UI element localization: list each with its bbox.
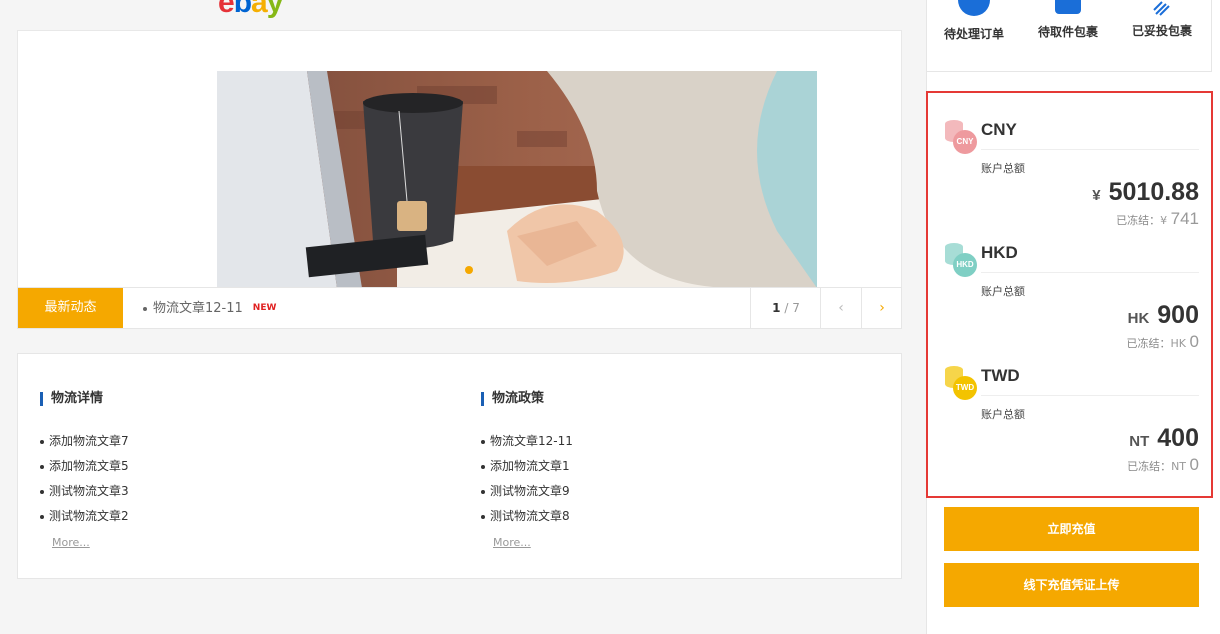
wallet-panel: CNY CNY 账户总额 ¥5010.88 已冻结：¥ 741 HKD HKD … [926, 91, 1213, 498]
currency-symbol: ¥ [1092, 187, 1101, 204]
banner-photo[interactable] [217, 71, 817, 288]
list-item[interactable]: 测试物流文章2 [40, 506, 420, 531]
frozen-amount: 已冻结：NT 0 [1127, 455, 1199, 475]
list-item[interactable]: 物流文章12-11 [481, 431, 861, 456]
chevron-left-icon: ‹ [838, 300, 844, 316]
quick-link-label: 待取件包裹 [1037, 25, 1098, 39]
article-list: 物流文章12-11 添加物流文章1 测试物流文章9 测试物流文章8 [481, 431, 861, 531]
recharge-button[interactable]: 立即充值 [944, 507, 1199, 551]
frozen-symbol: NT [1171, 460, 1187, 473]
frozen-symbol: ¥ [1160, 214, 1168, 227]
quick-link-pickup-packages[interactable]: 待取件包裹 [1023, 0, 1113, 40]
ebay-logo[interactable]: ebay [218, 0, 284, 20]
carousel-dot[interactable] [465, 266, 473, 274]
delivered-icon [1152, 0, 1172, 16]
new-badge: NEW [252, 303, 277, 313]
currency-symbol: HK [1127, 310, 1150, 327]
frozen-value: 0 [1189, 332, 1199, 351]
news-pager: 1 / 7 [750, 288, 821, 328]
quick-link-label: 已妥投包裹 [1131, 24, 1192, 38]
article-list: 添加物流文章7 添加物流文章5 测试物流文章3 测试物流文章2 [40, 431, 420, 531]
news-label: 最新动态 [18, 288, 123, 328]
balance-label: 账户总额 [981, 408, 1025, 421]
balance-amount: HK 900 [1128, 301, 1199, 330]
frozen-label: 已冻结： [1116, 214, 1161, 227]
column-title: 物流政策 [481, 392, 861, 406]
pager-total: / 7 [784, 301, 800, 315]
pager-current: 1 [772, 301, 781, 315]
order-icon [958, 0, 990, 16]
logo-letter-b: b [233, 0, 252, 19]
quick-links-box: 待处理订单 待取件包裹 已妥投包裹 [926, 0, 1212, 72]
article-card: 物流详情 添加物流文章7 添加物流文章5 测试物流文章3 测试物流文章2 Mor… [17, 353, 902, 579]
news-bar: 最新动态 物流文章12-11 NEW 1 / 7 ‹ › [17, 287, 902, 329]
frozen-symbol: HK [1170, 337, 1187, 350]
balance-label: 账户总额 [981, 162, 1025, 175]
currency-badge: CNY [953, 130, 977, 154]
divider [981, 272, 1199, 273]
balance-amount: NT 400 [1129, 424, 1199, 453]
frozen-label: 已冻结： [1127, 460, 1172, 473]
coin-icon: HKD [945, 243, 977, 277]
column-title: 物流详情 [40, 392, 420, 406]
balance-value: 400 [1157, 424, 1199, 452]
article-column-details: 物流详情 添加物流文章7 添加物流文章5 测试物流文章3 测试物流文章2 Mor… [40, 392, 420, 550]
divider [981, 149, 1199, 150]
currency-code: HKD [981, 243, 1018, 262]
article-column-policy: 物流政策 物流文章12-11 添加物流文章1 测试物流文章9 测试物流文章8 M… [481, 392, 861, 550]
divider [981, 395, 1199, 396]
frozen-value: 741 [1170, 209, 1199, 228]
balance-amount: ¥5010.88 [1092, 178, 1199, 207]
quick-link-label: 待处理订单 [943, 27, 1004, 41]
currency-badge: HKD [953, 253, 977, 277]
laptop-and-tea-photo [217, 71, 817, 288]
balance-label: 账户总额 [981, 285, 1025, 298]
list-item[interactable]: 测试物流文章3 [40, 481, 420, 506]
frozen-label: 已冻结： [1126, 337, 1171, 350]
frozen-amount: 已冻结：¥ 741 [1116, 209, 1199, 229]
currency-badge: TWD [953, 376, 977, 400]
balance-value: 5010.88 [1108, 178, 1199, 206]
chevron-right-icon: › [879, 300, 885, 316]
package-icon [1055, 0, 1081, 14]
frozen-value: 0 [1189, 455, 1199, 474]
logo-letter-a: a [251, 0, 268, 19]
upload-voucher-button[interactable]: 线下充值凭证上传 [944, 563, 1199, 607]
coin-icon: CNY [945, 120, 977, 154]
more-link[interactable]: More... [493, 536, 531, 549]
quick-link-pending-orders[interactable]: 待处理订单 [929, 0, 1019, 42]
logo-letter-y: y [266, 0, 284, 19]
coin-icon: TWD [945, 366, 977, 400]
prev-button[interactable]: ‹ [820, 288, 861, 328]
balance-value: 900 [1157, 301, 1199, 329]
frozen-amount: 已冻结：HK 0 [1127, 332, 1199, 352]
quick-link-delivered-packages[interactable]: 已妥投包裹 [1117, 0, 1207, 39]
currency-symbol: NT [1129, 433, 1150, 450]
news-item-link[interactable]: 物流文章12-11 NEW [143, 288, 276, 328]
list-item[interactable]: 添加物流文章5 [40, 456, 420, 481]
more-link[interactable]: More... [52, 536, 90, 549]
list-item[interactable]: 添加物流文章7 [40, 431, 420, 456]
currency-code: CNY [981, 120, 1017, 139]
bullet-icon [143, 306, 147, 311]
currency-code: TWD [981, 366, 1020, 385]
list-item[interactable]: 测试物流文章8 [481, 506, 861, 531]
logo-letter-e: e [218, 0, 235, 19]
next-button[interactable]: › [861, 288, 902, 328]
list-item[interactable]: 添加物流文章1 [481, 456, 861, 481]
list-item[interactable]: 测试物流文章9 [481, 481, 861, 506]
news-item-title[interactable]: 物流文章12-11 [153, 301, 243, 316]
